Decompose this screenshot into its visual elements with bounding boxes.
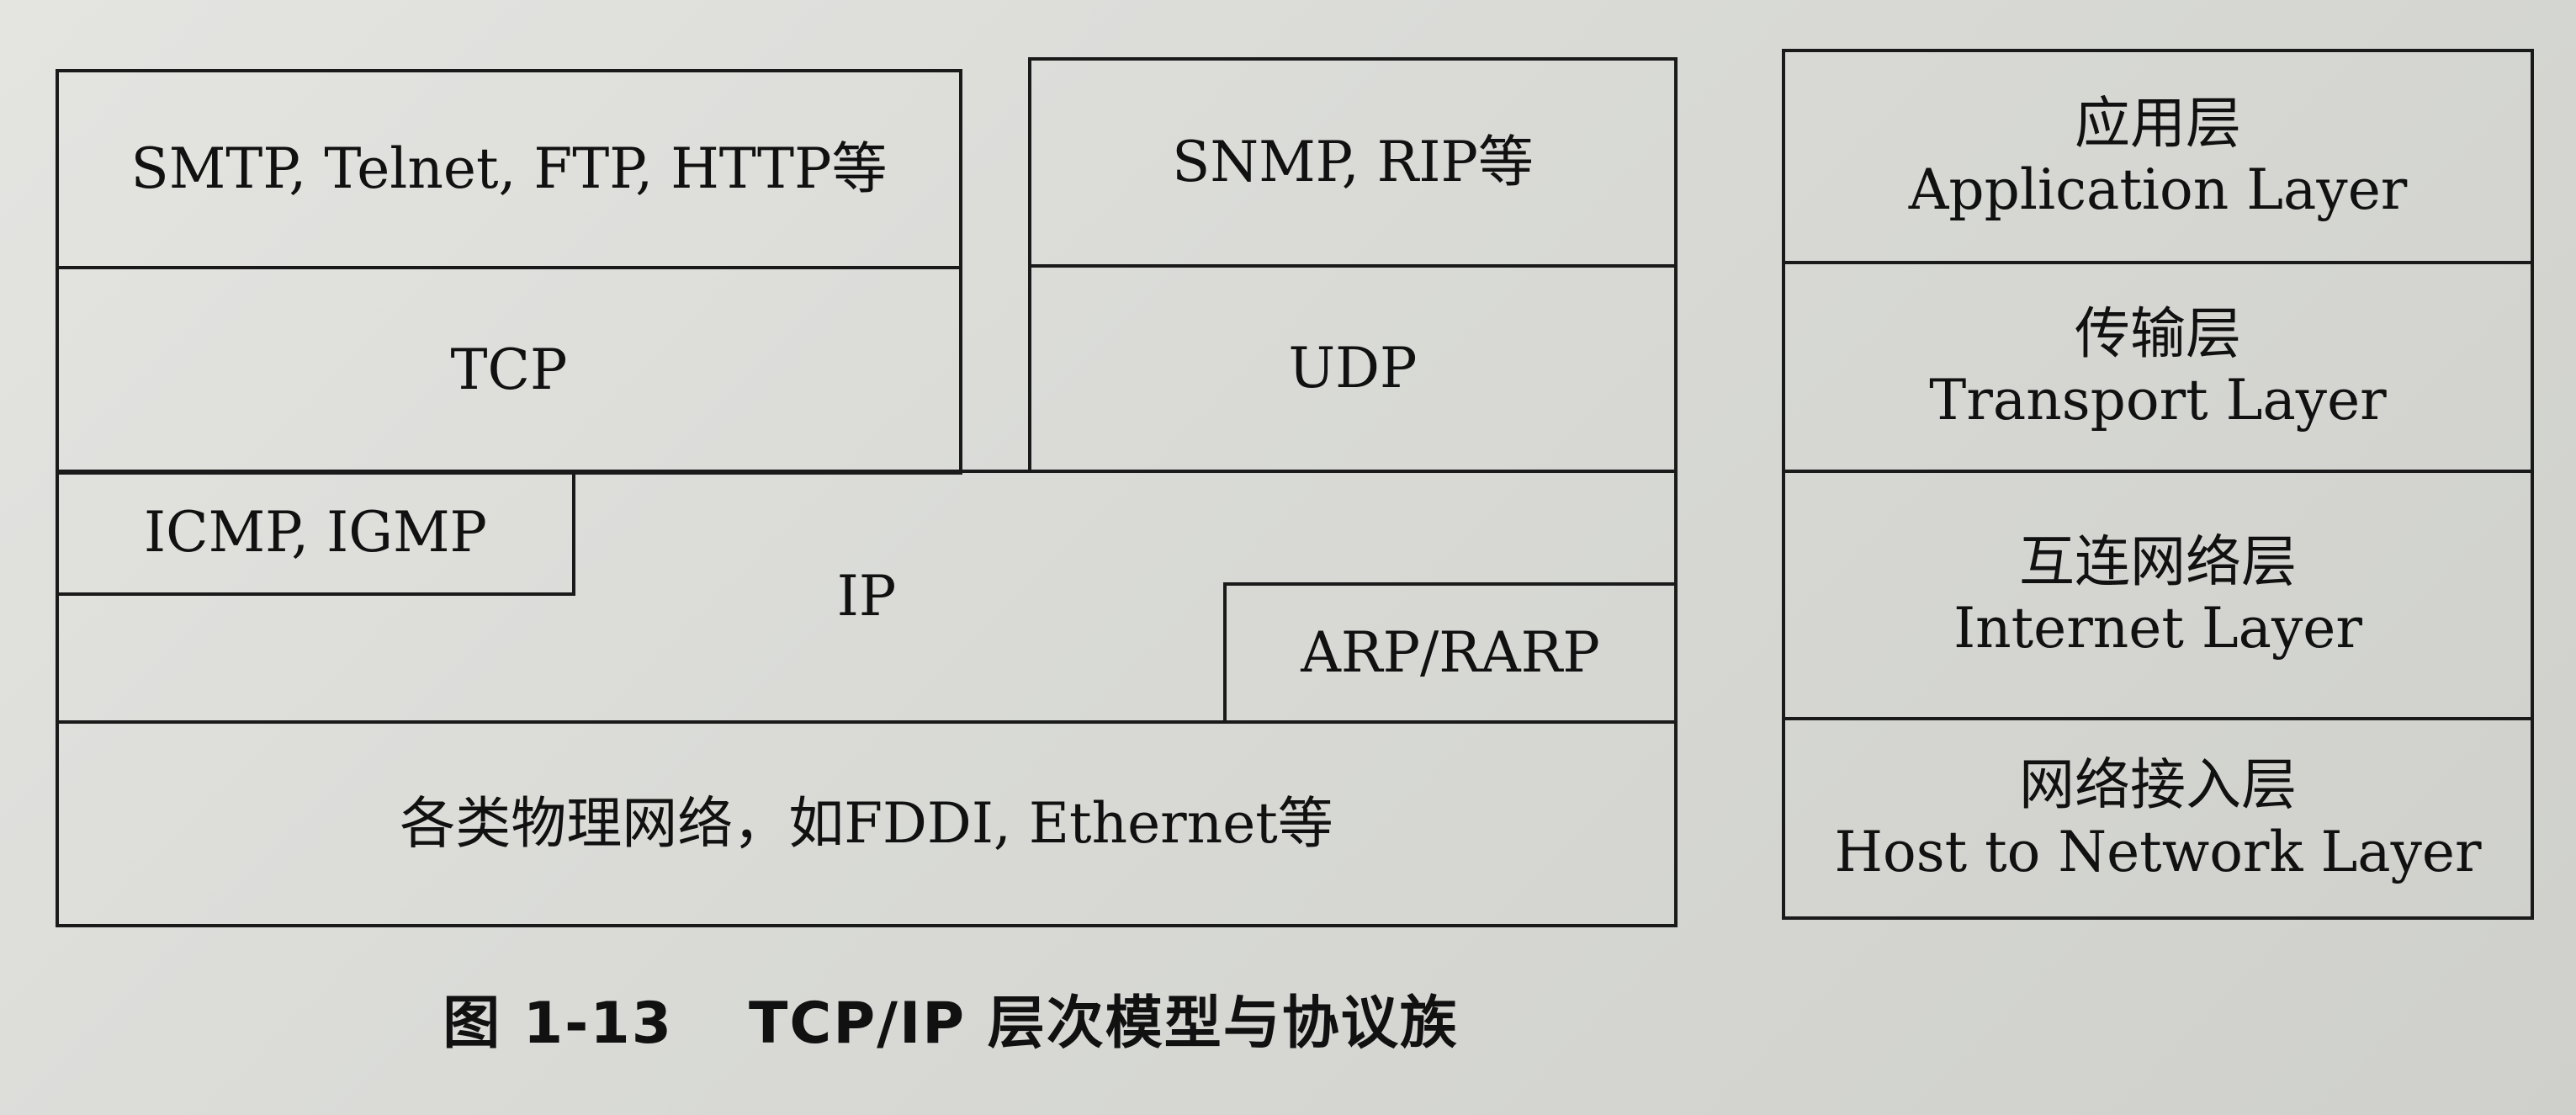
udp-app-protocols-label: SNMP, RIP等 — [1172, 130, 1534, 195]
icmp-igmp-box: ICMP, IGMP — [56, 470, 575, 596]
udp-label: UDP — [1288, 336, 1418, 401]
arp-rarp-box: ARP/RARP — [1223, 582, 1678, 724]
app-protocols-box: SMTP, Telnet, FTP, HTTP等 — [56, 69, 962, 269]
layer-application: 应用层 Application Layer — [1785, 52, 2531, 261]
tcp-box: TCP — [56, 266, 962, 475]
layer-transport: 传输层 Transport Layer — [1785, 261, 2531, 470]
udp-app-protocols-box: SNMP, RIP等 — [1028, 57, 1678, 268]
tcp-label: TCP — [450, 337, 568, 403]
layer-transport-cn: 传输层 — [2075, 300, 2241, 366]
layer-transport-en: Transport Layer — [1929, 368, 2387, 433]
layer-host-to-network-cn: 网络接入层 — [2019, 752, 2297, 818]
arp-rarp-label: ARP/RARP — [1301, 620, 1600, 686]
layer-application-cn: 应用层 — [2075, 90, 2241, 156]
layer-host-to-network: 网络接入层 Host to Network Layer — [1785, 717, 2531, 916]
ip-label: IP — [836, 564, 897, 629]
layer-application-en: Application Layer — [1908, 157, 2408, 222]
physical-network-label: 各类物理网络，如FDDI, Ethernet等 — [400, 791, 1333, 857]
udp-box: UDP — [1028, 264, 1678, 473]
figure-caption: 图 1-13 TCP/IP 层次模型与协议族 — [0, 976, 1901, 1059]
layer-internet-en: Internet Layer — [1953, 596, 2362, 661]
layer-internet: 互连网络层 Internet Layer — [1785, 470, 2531, 717]
layer-model: 应用层 Application Layer 传输层 Transport Laye… — [1782, 49, 2534, 920]
layer-host-to-network-en: Host to Network Layer — [1834, 819, 2482, 884]
figure-number: 图 1-13 — [443, 990, 674, 1057]
icmp-igmp-label: ICMP, IGMP — [144, 500, 487, 565]
layer-internet-cn: 互连网络层 — [2019, 528, 2297, 594]
app-protocols-label: SMTP, Telnet, FTP, HTTP等 — [130, 136, 888, 202]
figure-title: TCP/IP 层次模型与协议族 — [749, 990, 1459, 1057]
physical-network-box: 各类物理网络，如FDDI, Ethernet等 — [56, 720, 1678, 927]
